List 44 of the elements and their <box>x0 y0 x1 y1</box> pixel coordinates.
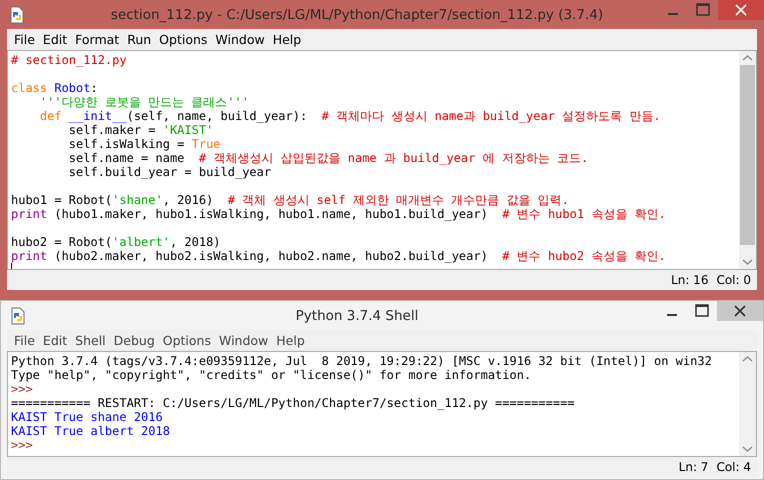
menu-item[interactable]: Help <box>268 32 306 47</box>
code-line: KAIST True albert 2018 <box>11 424 170 438</box>
status-text: Col: 0 <box>716 273 751 287</box>
menu-item[interactable]: Format <box>71 32 124 47</box>
code-line: self.name = name # 객체생성시 삽입된값을 name 과 build_year 에 저장하는 코드. <box>68 151 588 165</box>
code-line: KAIST True shane 2016 <box>11 410 163 424</box>
status-text: Ln: 16 <box>671 273 708 287</box>
menu-item[interactable]: Help <box>272 333 309 348</box>
window-title: Python 3.7.4 Shell <box>294 308 420 324</box>
code-line: '''다양한 로봇을 만드는 클래스''' <box>38 95 249 109</box>
code-line: >>> <box>11 438 33 452</box>
close-icon[interactable] <box>718 0 764 20</box>
code-line: print (hubo1.maker, hubo1.isWalking, hubo1.name, hubo1.build_year) # 변수 hubo1 속성을 확인. <box>11 207 666 221</box>
window-title: section_112.py - C:/Users/LG/ML/Python/Chapter7/section_112.py (3.7.4) <box>110 6 604 22</box>
code-line: =========== RESTART: C:/Users/LG/ML/Python/Chapter7/section_112.py =========== <box>11 396 575 410</box>
scrollbar-thumb[interactable] <box>740 65 755 245</box>
code-line: print (hubo2.maker, hubo2.isWalking, hubo2.name, hubo2.build_year) # 변수 hubo2 속성을 확인. <box>11 249 666 263</box>
menu-item[interactable]: Edit <box>38 32 72 47</box>
menu-item[interactable]: Shell <box>71 333 110 348</box>
close-icon[interactable] <box>717 301 763 321</box>
code-line: self.build_year = build_year <box>68 165 272 179</box>
menu-item[interactable]: File <box>10 333 39 348</box>
menu-item[interactable]: Window <box>211 32 269 47</box>
status-text: Col: 4 <box>716 460 751 474</box>
code-line: hubo1 = Robot('shane', 2016) # 객체 생성시 self 제외한 매개변수 개수만큼 값을 입력. <box>11 193 569 207</box>
menu-item[interactable]: Debug <box>110 333 159 348</box>
menu-item[interactable]: Run <box>123 32 156 47</box>
code-line: self.maker = 'KAIST' <box>68 123 214 137</box>
code-line: self.isWalking = True <box>68 137 221 151</box>
menu-item[interactable]: Options <box>155 32 212 47</box>
document-icon <box>9 306 27 324</box>
menu-item[interactable]: Edit <box>38 333 72 348</box>
status-text: Ln: 7 <box>678 460 708 474</box>
code-line: class Robot: <box>11 81 98 95</box>
code-line: def __init__(self, name, build_year): # 객체마다 생성시 name과 build_year 설정하도록 만듬. <box>38 109 661 123</box>
code-line: >>> <box>11 382 33 396</box>
menu-item[interactable]: Window <box>214 333 272 348</box>
code-line: Type "help", "copyright", "credits" or "license()" for more information. <box>11 368 532 382</box>
code-line: hubo2 = Robot('albert', 2018) <box>11 235 221 249</box>
code-line: Python 3.7.4 (tags/v3.7.4:e09359112e, Jul 8 2019, 19:29:22) [MSC v.1916 32 bit (Intel)] on win32 <box>11 354 712 368</box>
menu-item[interactable]: File <box>10 32 39 47</box>
code-line: # section_112.py <box>11 53 127 67</box>
document-icon <box>8 6 26 24</box>
menu-item[interactable]: Options <box>158 333 215 348</box>
